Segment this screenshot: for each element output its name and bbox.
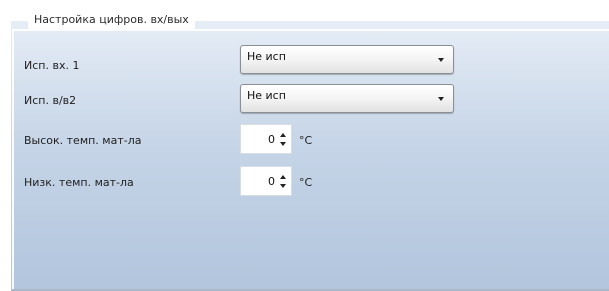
high-temp-label: Высок. темп. мат-ла — [24, 134, 142, 147]
input1-label: Исп. вх. 1 — [24, 59, 80, 72]
group-title: Настройка цифров. вх/вых — [28, 11, 195, 29]
window: Настройка цифров. вх/вых Исп. вх. 1 Не и… — [0, 0, 609, 291]
input1-select-value: Не исп — [247, 50, 286, 63]
io2-label: Исп. в/в2 — [24, 94, 77, 107]
chevron-down-icon — [438, 58, 444, 62]
low-temp-label: Низк. темп. мат-ла — [24, 176, 134, 189]
input1-select[interactable]: Не исп — [240, 45, 454, 74]
low-temp-unit: °C — [299, 176, 313, 189]
group-border-top — [12, 29, 609, 31]
group-border-left — [12, 29, 14, 291]
arrow-down-icon[interactable] — [280, 142, 286, 146]
arrow-up-icon[interactable] — [280, 175, 286, 179]
high-temp-value: 0 — [268, 133, 275, 146]
chevron-down-icon — [438, 97, 444, 101]
high-temp-unit: °C — [299, 134, 313, 147]
arrow-down-icon[interactable] — [280, 184, 286, 188]
high-temp-spinner[interactable]: 0 — [240, 124, 292, 154]
arrow-up-icon[interactable] — [280, 133, 286, 137]
io2-select-value: Не исп — [247, 89, 286, 102]
low-temp-value: 0 — [268, 175, 275, 188]
io2-select[interactable]: Не исп — [240, 84, 454, 113]
low-temp-spinner[interactable]: 0 — [240, 166, 292, 196]
